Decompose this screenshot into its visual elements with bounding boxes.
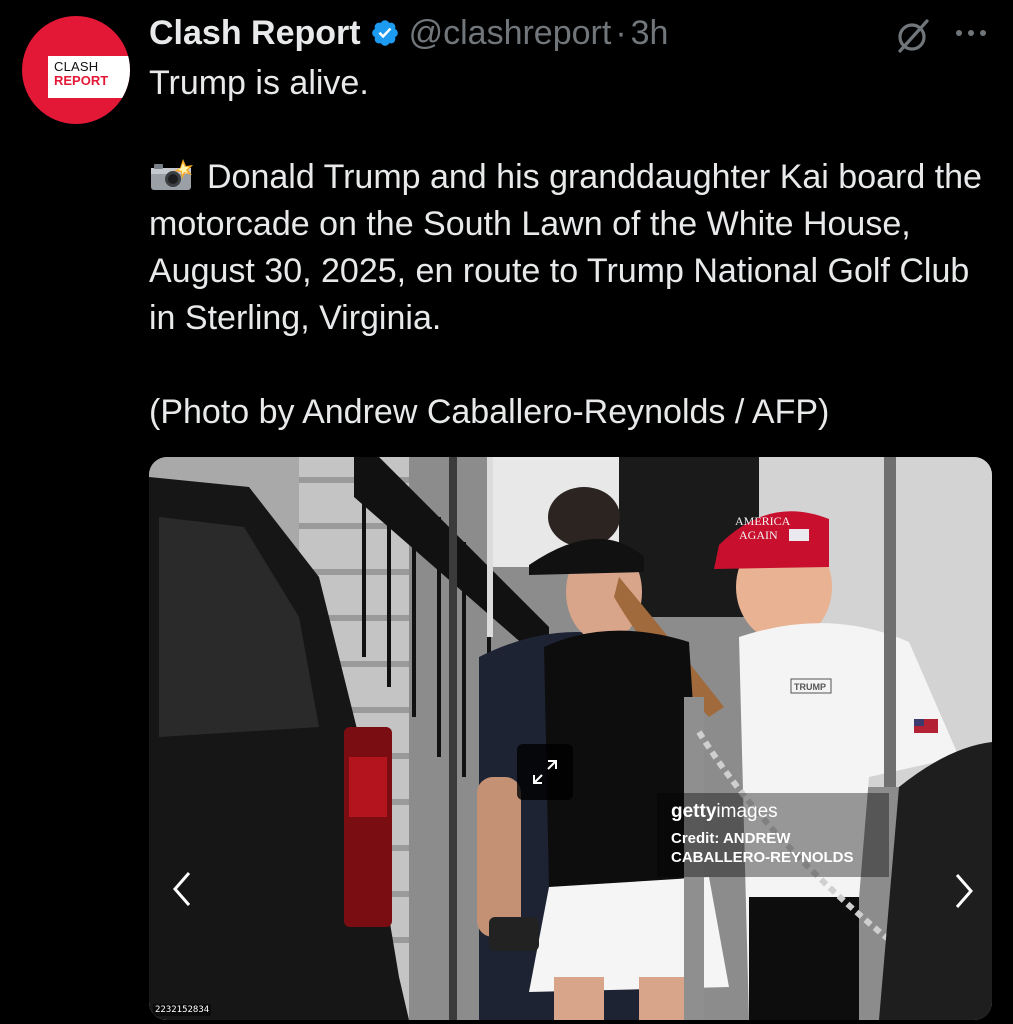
cap-text-line1: AMERICA: [735, 514, 791, 528]
more-icon[interactable]: [953, 22, 993, 44]
cap-text-line2: AGAIN: [739, 528, 778, 542]
verified-badge-icon: [371, 20, 398, 46]
getty-brand-bold: getty: [671, 801, 717, 822]
tweet-media[interactable]: AMERICA AGAIN TRUMP gettyimages Credit: …: [149, 457, 992, 1020]
tweet-headline: Trump is alive.: [149, 64, 369, 102]
chevron-left-icon[interactable]: [167, 867, 197, 911]
avatar-logo-line1: CLASH: [54, 59, 99, 74]
timestamp[interactable]: 3h: [631, 14, 669, 53]
avatar-logo: CLASH REPORT: [48, 56, 130, 98]
avatar[interactable]: CLASH REPORT: [22, 16, 130, 124]
media-photo[interactable]: AMERICA AGAIN TRUMP: [149, 457, 992, 1020]
getty-brand: gettyimages: [671, 801, 778, 823]
chevron-right-icon[interactable]: [949, 869, 979, 913]
image-id: 2232152834: [153, 1004, 212, 1016]
camera-flash-icon: [151, 159, 193, 190]
tweet-caption-text: Donald Trump and his granddaughter Kai b…: [149, 158, 982, 337]
tweet-caption: Donald Trump and his granddaughter Kai b…: [149, 154, 999, 342]
author-handle[interactable]: @clashreport: [409, 14, 612, 53]
expand-button[interactable]: [517, 744, 573, 800]
tweet-text: Trump is alive. Donald Trump and his gra…: [149, 60, 999, 436]
avatar-logo-line2: REPORT: [54, 73, 109, 88]
grok-icon[interactable]: [893, 16, 933, 56]
display-name[interactable]: Clash Report: [149, 14, 361, 53]
getty-watermark: gettyimages Credit: ANDREW CABALLERO-REY…: [657, 793, 889, 877]
separator-dot: ·: [615, 13, 627, 52]
tweet-photo-credit: (Photo by Andrew Caballero-Reynolds / AF…: [149, 393, 830, 431]
shirt-logo: TRUMP: [794, 682, 826, 692]
getty-credit: Credit: ANDREW CABALLERO-REYNOLDS: [671, 830, 854, 866]
tweet-header: Clash Report @clashreport · 3h: [149, 10, 668, 56]
getty-brand-light: images: [716, 801, 778, 822]
expand-icon: [533, 760, 557, 784]
